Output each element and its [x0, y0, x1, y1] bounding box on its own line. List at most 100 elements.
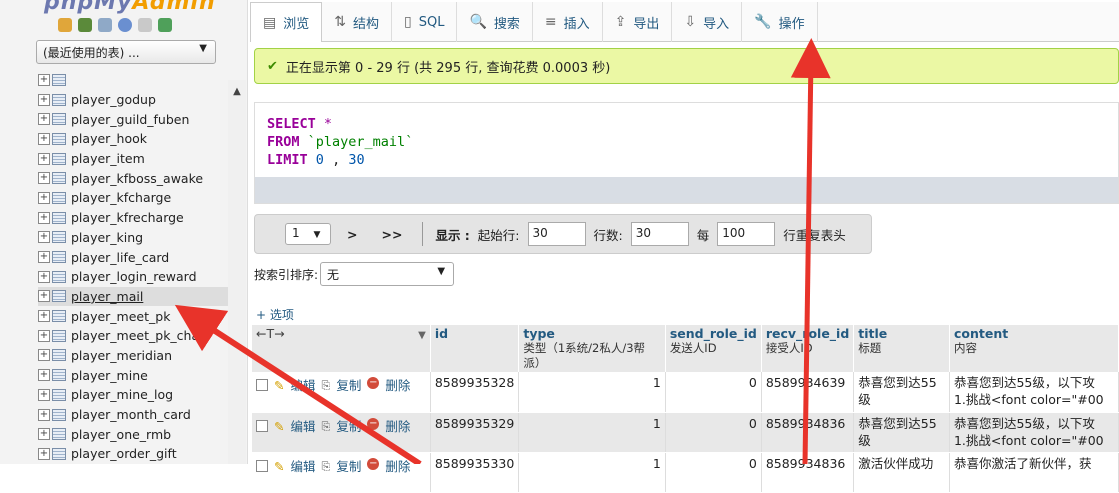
expand-icon[interactable]: + — [38, 329, 50, 342]
sort-select[interactable]: 无 ▼ — [320, 262, 455, 286]
tab-structure[interactable]: ⇅ 结构 — [322, 2, 392, 42]
cell-id[interactable]: 8589935329 — [430, 412, 520, 453]
tree-item-player-godup[interactable]: + player_godup — [38, 90, 228, 110]
table-name[interactable]: player_kfboss_awake — [71, 171, 203, 186]
expand-icon[interactable]: + — [38, 211, 50, 224]
docs-icon[interactable] — [138, 18, 152, 32]
copy-icon[interactable]: ⎘ — [322, 418, 331, 435]
delete-icon[interactable]: − — [367, 417, 380, 430]
expand-icon[interactable]: + — [38, 73, 50, 86]
copy-link[interactable]: 复制 — [336, 418, 361, 435]
cell-id[interactable]: 8589935328 — [430, 372, 520, 413]
table-name[interactable]: player_godup — [71, 92, 156, 107]
table-name[interactable]: player_month_card — [71, 407, 191, 422]
cell-content[interactable]: 恭喜您到达55级，以下攻 1.挑战<font color="#00 — [949, 412, 1119, 453]
delete-icon[interactable]: − — [367, 377, 380, 389]
pencil-icon[interactable]: ✎ — [274, 458, 284, 475]
tree-item-player-meridian[interactable]: + player_meridian — [38, 346, 228, 366]
tree-item-player-mail[interactable]: + player_mail — [38, 286, 228, 307]
table-name[interactable]: player_guild_fuben — [71, 112, 189, 127]
tree-item-player-kfboss-awake[interactable]: + player_kfboss_awake — [38, 168, 228, 188]
column-header-recv-role-id[interactable]: recv_role_id 接受人ID — [761, 325, 855, 372]
tab-search[interactable]: 🔍 搜索 — [457, 2, 533, 42]
next-page-button[interactable]: > — [339, 227, 365, 242]
page-select[interactable]: 1 ▼ — [285, 223, 331, 245]
table-name[interactable]: player_kfcharge — [71, 190, 171, 205]
copy-icon[interactable]: ⎘ — [322, 458, 331, 475]
delete-link[interactable]: 删除 — [385, 418, 410, 435]
row-checkbox[interactable] — [256, 379, 268, 391]
cell-title[interactable]: 恭喜您到达55级 — [853, 372, 950, 413]
copy-link[interactable]: 复制 — [336, 458, 361, 475]
row-checkbox[interactable] — [256, 459, 268, 472]
cell-recv-role-id[interactable]: 8589934836 — [761, 412, 855, 453]
expand-icon[interactable]: + — [38, 270, 50, 283]
cell-content[interactable]: 恭喜您到达55级，以下攻 1.挑战<font color="#00 — [949, 372, 1119, 413]
start-row-input[interactable]: 30 — [527, 222, 586, 246]
tree-item-player-king[interactable]: + player_king — [38, 228, 228, 248]
expand-icon[interactable]: + — [38, 251, 50, 264]
column-header-title[interactable]: title 标题 — [853, 325, 950, 372]
cell-type[interactable]: 1 — [518, 372, 666, 413]
cell-recv-role-id[interactable]: 8589934639 — [761, 372, 855, 413]
pencil-icon[interactable]: ✎ — [274, 377, 284, 394]
tree-item-player-kfcharge[interactable]: + player_kfcharge — [38, 188, 228, 208]
cell-recv-role-id[interactable]: 8589934836 — [761, 452, 855, 493]
edit-link[interactable]: 编辑 — [290, 377, 315, 394]
table-name[interactable]: player_hook — [71, 131, 147, 146]
column-header-id[interactable]: id — [430, 325, 520, 372]
column-header-send-role-id[interactable]: send_role_id 发送人ID — [665, 325, 762, 372]
help-icon[interactable] — [118, 18, 132, 32]
expand-icon[interactable]: + — [38, 113, 50, 126]
expand-icon[interactable]: + — [38, 447, 50, 460]
last-page-button[interactable]: >> — [373, 227, 410, 242]
expand-icon[interactable]: + — [38, 93, 50, 106]
tree-item-player-meet-pk-chals[interactable]: + player_meet_pk_chals — [38, 326, 228, 346]
tree-item-player-login-reward[interactable]: + player_login_reward — [38, 267, 228, 287]
cell-type[interactable]: 1 — [518, 412, 666, 453]
table-name[interactable]: player_meet_pk — [71, 309, 170, 324]
table-name[interactable]: player_kfrecharge — [71, 210, 184, 225]
delete-link[interactable]: 删除 — [385, 458, 410, 475]
expand-icon[interactable]: + — [38, 310, 50, 323]
tree-item-player-life-card[interactable]: + player_life_card — [38, 247, 228, 267]
delete-link[interactable]: 删除 — [385, 377, 410, 394]
expand-icon[interactable]: + — [38, 369, 50, 382]
tree-item-player-guild-fuben[interactable]: + player_guild_fuben — [38, 109, 228, 129]
tree-item-player-mine-log[interactable]: + player_mine_log — [38, 385, 228, 405]
tab-sql[interactable]: ▯ SQL — [392, 2, 458, 42]
expand-icon[interactable]: + — [38, 172, 50, 185]
expand-icon[interactable]: + — [38, 408, 50, 421]
copy-link[interactable]: 复制 — [336, 377, 361, 394]
cell-type[interactable]: 1 — [518, 452, 666, 493]
expand-icon[interactable]: + — [38, 191, 50, 204]
tree-item-player-one-rmb[interactable]: + player_one_rmb — [38, 424, 228, 444]
recent-tables-select[interactable]: (最近使用的表) ... ▼ — [36, 40, 216, 64]
cell-id[interactable]: 8589935330 — [430, 452, 520, 493]
repeat-header-input[interactable]: 100 — [717, 222, 776, 246]
expand-icon[interactable]: + — [38, 388, 50, 401]
tree-item-player-mine[interactable]: + player_mine — [38, 365, 228, 385]
row-checkbox[interactable] — [256, 419, 268, 432]
tab-wrench[interactable]: 🔧 操作 — [742, 2, 818, 42]
sort-toggle-icon[interactable]: ▼ — [418, 328, 426, 343]
tree-item-player-item[interactable]: + player_item — [38, 149, 228, 169]
cell-title[interactable]: 激活伙伴成功 — [853, 452, 950, 493]
table-name[interactable]: player_mine_log — [71, 387, 173, 402]
table-name[interactable]: player_meridian — [71, 348, 172, 363]
table-name[interactable]: player_login_reward — [71, 269, 197, 284]
tab-browse[interactable]: ▤ 浏览 — [250, 2, 323, 42]
rows-input[interactable]: 30 — [630, 222, 689, 246]
column-resize-icon[interactable]: ←T→ — [256, 326, 285, 341]
expand-icon[interactable]: + — [38, 132, 50, 145]
query-icon[interactable] — [98, 18, 112, 32]
exit-icon[interactable] — [78, 18, 92, 32]
expand-icon[interactable]: + — [38, 428, 50, 441]
tree-item-player-order-gift[interactable]: + player_order_gift — [38, 444, 228, 464]
cell-send-role-id[interactable]: 0 — [665, 452, 762, 493]
options-link[interactable]: + 选项 — [256, 306, 294, 323]
logo[interactable]: phpMyAdmin — [44, 0, 216, 15]
home-icon[interactable] — [58, 18, 72, 32]
tree-item-player-hook[interactable]: + player_hook — [38, 129, 228, 149]
cell-title[interactable]: 恭喜您到达55级 — [853, 412, 950, 453]
